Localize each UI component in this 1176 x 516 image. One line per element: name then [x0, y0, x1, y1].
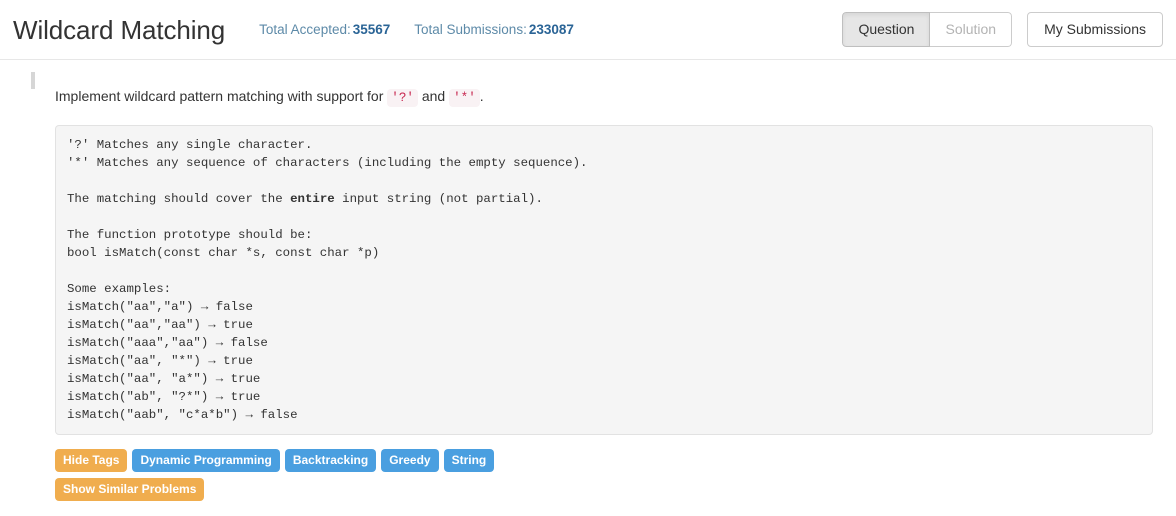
- stat-total-accepted-value: 35567: [352, 22, 391, 37]
- hide-tags-button[interactable]: Hide Tags: [55, 449, 128, 473]
- codeblock-line-11: isMatch("aa","aa") → true: [67, 318, 253, 333]
- codeblock-line-7: bool isMatch(const char *s, const char *…: [67, 246, 380, 261]
- tag-row-primary: Hide Tags Dynamic Programming Backtracking…: [55, 449, 1176, 473]
- tag-row-secondary: Show Similar Problems: [55, 478, 1176, 502]
- content-side-marker: [31, 72, 35, 89]
- codeblock-line-9: Some examples:: [67, 282, 172, 297]
- description-conjunction: and: [417, 88, 450, 104]
- stat-total-accepted: Total Accepted: 35567: [259, 22, 390, 37]
- problem-statement-codeblock: '?' Matches any single character. '*' Ma…: [55, 125, 1153, 436]
- inline-code-asterisk: '*': [449, 89, 480, 107]
- stat-total-submissions-value: 233087: [528, 22, 574, 37]
- tag-dynamic-programming[interactable]: Dynamic Programming: [132, 449, 280, 473]
- problem-stats: Total Accepted: 35567 Total Submissions: 2…: [259, 22, 574, 37]
- tag-string[interactable]: String: [443, 449, 495, 473]
- codeblock-line-10: isMatch("aa","a") → false: [67, 300, 253, 315]
- page-header: Wildcard Matching Total Accepted: 35567 T…: [0, 0, 1176, 60]
- codeblock-line-1: '?' Matches any single character.: [67, 138, 313, 153]
- inline-code-question-mark: '?': [387, 89, 418, 107]
- tab-question[interactable]: Question: [842, 11, 931, 48]
- tab-solution[interactable]: Solution: [930, 11, 1013, 48]
- header-inner: Wildcard Matching Total Accepted: 35567 T…: [0, 0, 1176, 59]
- show-similar-problems-button[interactable]: Show Similar Problems: [55, 478, 205, 502]
- codeblock-line-2: '*' Matches any sequence of characters (…: [67, 156, 588, 171]
- description-lead: Implement wildcard pattern matching with…: [55, 88, 388, 104]
- problem-description: Implement wildcard pattern matching with…: [0, 60, 1176, 107]
- stat-total-accepted-label: Total Accepted:: [259, 22, 351, 37]
- codeblock-line-14: isMatch("aa", "a*") → true: [67, 372, 261, 387]
- codeblock-line-4-bold: entire: [290, 192, 335, 207]
- description-trailing: .: [479, 88, 484, 104]
- stat-total-submissions-label: Total Submissions:: [414, 22, 527, 37]
- tag-section: Hide Tags Dynamic Programming Backtracking…: [0, 435, 1176, 502]
- codeblock-line-4-post: input string (not partial).: [334, 192, 543, 207]
- problem-content: Implement wildcard pattern matching with…: [0, 60, 1176, 502]
- my-submissions-button[interactable]: My Submissions: [1027, 11, 1163, 48]
- codeblock-line-16: isMatch("aab", "c*a*b") → false: [67, 408, 298, 423]
- tag-greedy[interactable]: Greedy: [381, 449, 439, 473]
- header-actions: Question Solution My Submissions: [842, 11, 1163, 48]
- codeblock-line-6: The function prototype should be:: [67, 228, 313, 243]
- codeblock-line-12: isMatch("aaa","aa") → false: [67, 336, 268, 351]
- stat-total-submissions: Total Submissions: 233087: [414, 22, 574, 37]
- page-title: Wildcard Matching: [13, 14, 226, 45]
- tag-backtracking[interactable]: Backtracking: [284, 449, 377, 473]
- question-solution-toggle: Question Solution: [842, 11, 1013, 48]
- codeblock-line-13: isMatch("aa", "*") → true: [67, 354, 253, 369]
- codeblock-line-15: isMatch("ab", "?*") → true: [67, 390, 261, 405]
- codeblock-line-4-pre: The matching should cover the: [67, 192, 291, 207]
